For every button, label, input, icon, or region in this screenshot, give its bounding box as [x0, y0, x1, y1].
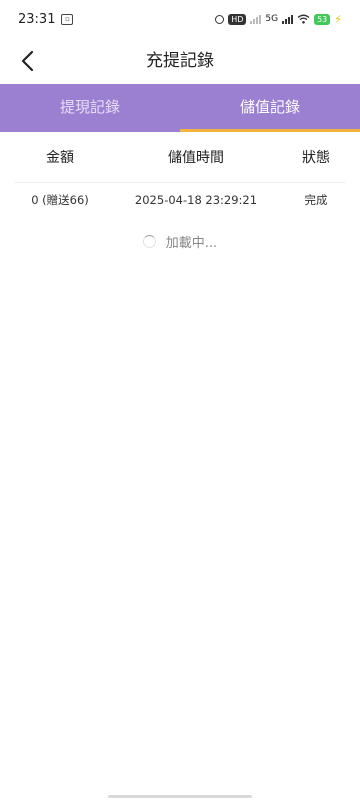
status-right: HD 5G 53 ⚡: [215, 13, 342, 26]
notification-icon: ▫: [61, 13, 74, 25]
table-row: 0 (贈送66) 2025-04-18 23:29:21 完成: [14, 183, 346, 217]
network-label: 5G: [265, 14, 279, 24]
status-time: 23:31: [18, 11, 56, 27]
screen: 23:31 ▫ HD 5G 53 ⚡ 充提記錄 提現記錄 儲值記錄 金額 儲值時…: [0, 0, 360, 800]
cell-amount: 0 (贈送66): [31, 193, 89, 207]
status-left: 23:31 ▫: [18, 11, 74, 27]
header-time: 儲值時間: [168, 150, 224, 166]
signal-sim1-icon: [282, 14, 294, 24]
alarm-icon: [215, 14, 225, 24]
tab-bar: 提現記錄 儲值記錄: [0, 84, 360, 132]
home-indicator[interactable]: [108, 795, 252, 798]
loading-indicator: 加載中...: [0, 229, 360, 253]
spinner-icon: [142, 234, 156, 248]
page-title: 充提記錄: [146, 51, 214, 71]
tab-withdrawal-records[interactable]: 提現記錄: [0, 84, 180, 132]
hd-icon: HD: [228, 13, 247, 25]
status-bar: 23:31 ▫ HD 5G 53 ⚡: [0, 0, 360, 38]
loading-text: 加載中...: [165, 235, 218, 251]
header-status: 狀態: [302, 150, 330, 166]
wifi-icon: [297, 14, 310, 24]
table-header: 金額 儲值時間 狀態: [14, 132, 346, 183]
nav-bar: 充提記錄: [0, 38, 360, 84]
cell-status: 完成: [304, 193, 328, 207]
header-amount: 金額: [46, 150, 74, 166]
cell-time: 2025-04-18 23:29:21: [134, 193, 258, 207]
signal-sim2-icon: [250, 14, 262, 24]
tab-deposit-records[interactable]: 儲值記錄: [180, 84, 360, 132]
battery-icon: 53: [314, 13, 331, 25]
charging-icon: ⚡: [334, 12, 342, 26]
